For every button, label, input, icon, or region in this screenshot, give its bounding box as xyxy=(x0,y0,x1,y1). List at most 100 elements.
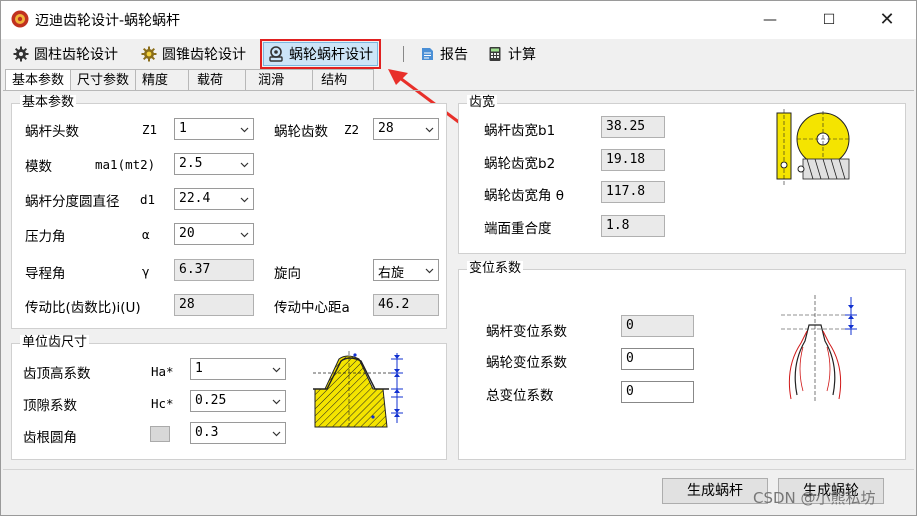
toolbar-label: 圆柱齿轮设计 xyxy=(34,47,118,63)
toolbar: 圆柱齿轮设计 圆锥齿轮设计 蜗轮蜗杆设计 报告 计算 xyxy=(1,39,916,69)
select-value: 1 xyxy=(195,361,203,376)
app-logo-icon xyxy=(11,10,29,28)
worm-b1-field: 38.25 xyxy=(601,116,665,138)
toolbar-worm-gear[interactable]: 蜗轮蜗杆设计 xyxy=(260,39,381,69)
fillet-label: 齿根圆角 xyxy=(23,430,77,446)
select-value: 0.3 xyxy=(195,425,219,440)
pressure-angle-symbol: α xyxy=(142,227,150,242)
worm-heads-symbol: Z1 xyxy=(142,122,158,137)
toolbar-bevel-gear[interactable]: 圆锥齿轮设计 xyxy=(137,42,250,66)
lead-angle-symbol: γ xyxy=(142,264,150,279)
title-bar: 迈迪齿轮设计-蜗轮蜗杆 — ☐ ✕ xyxy=(1,1,916,39)
tab-basic-params[interactable]: 基本参数 xyxy=(5,69,72,91)
close-button[interactable]: ✕ xyxy=(875,9,899,31)
pressure-angle-select[interactable]: 20 xyxy=(174,223,254,245)
wheel-teeth-label: 蜗轮齿数 xyxy=(274,124,328,140)
window-title: 迈迪齿轮设计-蜗轮蜗杆 xyxy=(35,13,181,29)
chevron-down-icon xyxy=(240,127,249,133)
wheel-angle-field: 117.8 xyxy=(601,181,665,203)
worm-shift-label: 蜗杆变位系数 xyxy=(486,324,567,340)
toolbar-separator xyxy=(403,46,404,62)
overlap-label: 端面重合度 xyxy=(484,221,552,237)
worm-heads-select[interactable]: 1 xyxy=(174,118,254,140)
chevron-down-icon xyxy=(425,268,434,274)
group-title: 基本参数 xyxy=(20,95,77,111)
module-select[interactable]: 2.5 xyxy=(174,153,254,175)
toolbar-report[interactable]: 报告 xyxy=(415,42,472,66)
minimize-button[interactable]: — xyxy=(758,9,782,31)
lead-angle-field: 6.37 xyxy=(174,259,254,281)
calculator-icon xyxy=(489,47,501,61)
clearance-label: 顶隙系数 xyxy=(23,398,77,414)
app-window: 迈迪齿轮设计-蜗轮蜗杆 — ☐ ✕ 圆柱齿轮设计 圆锥齿轮设计 蜗轮蜗杆设计 报… xyxy=(0,0,917,516)
bevel-gear-icon xyxy=(141,46,157,62)
pitch-dia-symbol: d1 xyxy=(140,192,156,207)
toolbar-cylindrical-gear[interactable]: 圆柱齿轮设计 xyxy=(9,42,122,66)
total-shift-label: 总变位系数 xyxy=(486,388,554,404)
toolbar-label: 圆锥齿轮设计 xyxy=(162,47,246,63)
addendum-select[interactable]: 1 xyxy=(190,358,286,380)
toolbar-label: 计算 xyxy=(508,47,536,63)
tab-strip: 基本参数 尺寸参数 精度 载荷 润滑 结构 xyxy=(5,69,375,91)
pitch-dia-select[interactable]: 22.4 xyxy=(174,188,254,210)
addendum-label: 齿顶高系数 xyxy=(23,366,91,382)
center-distance-field: 46.2 xyxy=(373,294,439,316)
fillet-select[interactable]: 0.3 xyxy=(190,422,286,444)
select-value: 1 xyxy=(179,121,187,136)
addendum-symbol: Ha* xyxy=(151,364,174,379)
maximize-button[interactable]: ☐ xyxy=(817,9,841,31)
chevron-down-icon xyxy=(240,197,249,203)
hand-select[interactable]: 右旋 xyxy=(373,259,439,281)
center-distance-label: 传动中心距a xyxy=(274,300,350,316)
group-title: 单位齿尺寸 xyxy=(20,335,90,351)
select-value: 右旋 xyxy=(378,266,405,281)
wheel-b2-label: 蜗轮齿宽b2 xyxy=(484,156,556,172)
overlap-field: 1.8 xyxy=(601,215,665,237)
worm-gear-width-diagram xyxy=(776,109,851,185)
chevron-down-icon xyxy=(272,431,281,437)
footer-divider xyxy=(3,469,914,470)
wheel-shift-label: 蜗轮变位系数 xyxy=(486,355,567,371)
lead-angle-label: 导程角 xyxy=(25,266,66,282)
wheel-b2-field: 19.18 xyxy=(601,149,665,171)
ratio-label: 传动比(齿数比)i(U) xyxy=(25,300,141,316)
module-label: 模数 xyxy=(25,159,52,175)
clearance-symbol: Hc* xyxy=(151,396,174,411)
toolbar-label: 报告 xyxy=(440,47,468,63)
report-icon xyxy=(422,48,433,60)
tab-precision[interactable]: 精度 xyxy=(135,69,190,90)
select-value: 20 xyxy=(179,226,195,241)
hand-label: 旋向 xyxy=(274,266,301,282)
tooth-profile-diagram xyxy=(313,351,403,429)
tab-load[interactable]: 载荷 xyxy=(188,69,247,90)
chevron-down-icon xyxy=(240,232,249,238)
worm-heads-label: 蜗杆头数 xyxy=(25,124,79,140)
toolbar-calculate[interactable]: 计算 xyxy=(483,42,540,66)
chevron-down-icon xyxy=(272,399,281,405)
wheel-teeth-select[interactable]: 28 xyxy=(373,118,439,140)
watermark: CSDN @小熊私坊 xyxy=(753,489,876,507)
fillet-color-swatch[interactable] xyxy=(150,426,170,442)
worm-gear-icon xyxy=(269,46,283,62)
chevron-down-icon xyxy=(425,127,434,133)
group-title: 齿宽 xyxy=(467,95,498,111)
tab-size-params[interactable]: 尺寸参数 xyxy=(70,69,137,90)
wheel-teeth-symbol: Z2 xyxy=(344,122,360,137)
wheel-shift-field[interactable]: 0 xyxy=(621,348,694,370)
clearance-select[interactable]: 0.25 xyxy=(190,390,286,412)
pitch-dia-label: 蜗杆分度圆直径 xyxy=(25,194,120,210)
tab-lubrication[interactable]: 润滑 xyxy=(245,69,314,90)
total-shift-field[interactable]: 0 xyxy=(621,381,694,403)
toolbar-label: 蜗轮蜗杆设计 xyxy=(289,47,373,63)
wheel-angle-label: 蜗轮齿宽角 θ xyxy=(484,188,565,204)
select-value: 0.25 xyxy=(195,393,227,408)
ratio-field: 28 xyxy=(174,294,254,316)
pressure-angle-label: 压力角 xyxy=(25,229,66,245)
worm-shift-field: 0 xyxy=(621,315,694,337)
tab-structure[interactable]: 结构 xyxy=(312,69,375,90)
profile-shift-diagram xyxy=(781,295,859,401)
chevron-down-icon xyxy=(272,367,281,373)
worm-b1-label: 蜗杆齿宽b1 xyxy=(484,123,556,139)
module-symbol: ma1(mt2) xyxy=(95,157,156,172)
gear-icon xyxy=(13,46,29,62)
